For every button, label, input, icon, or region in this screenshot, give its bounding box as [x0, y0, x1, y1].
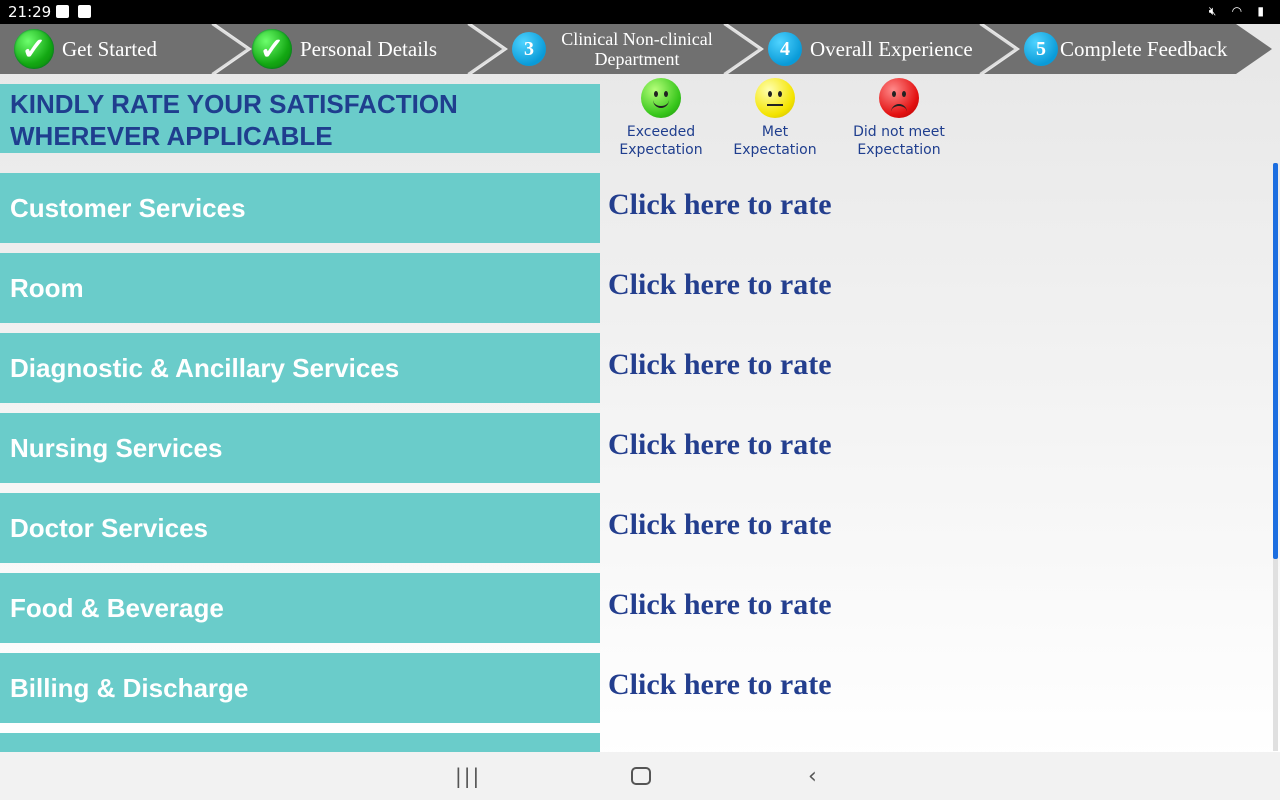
step-complete-feedback[interactable]: 5 Complete Feedback	[1024, 24, 1227, 74]
legend-met: Met Expectation	[720, 78, 830, 159]
status-bar: 21:29 🔇︎ ◠ ▮	[0, 0, 1280, 24]
system-nav-bar: ||| ‹	[0, 752, 1280, 800]
red-frown-icon	[879, 78, 919, 118]
category-label	[0, 733, 600, 753]
legend-label: Exceeded Expectation	[619, 124, 703, 158]
step-number-badge: 4	[768, 32, 802, 66]
category-label: Doctor Services	[0, 493, 600, 563]
category-label: Billing & Discharge	[0, 653, 600, 723]
step-label: Overall Experience	[810, 36, 973, 61]
list-item: Doctor Services Click here to rate	[0, 493, 1272, 563]
category-label: Diagnostic & Ancillary Services	[0, 333, 600, 403]
step-get-started[interactable]: ✓ Get Started	[14, 24, 157, 74]
list-item: Room Click here to rate	[0, 253, 1272, 323]
rate-link[interactable]: Click here to rate	[608, 588, 832, 622]
rate-link[interactable]: Click here to rate	[608, 428, 832, 462]
rating-list: Customer Services Click here to rate Roo…	[0, 173, 1272, 763]
step-label: Clinical Non-clinical Department	[561, 29, 713, 69]
notification-icon	[56, 5, 69, 18]
rate-link[interactable]: Click here to rate	[608, 268, 832, 302]
back-icon[interactable]: ‹	[808, 764, 817, 789]
scrollbar[interactable]	[1273, 163, 1278, 751]
category-label: Customer Services	[0, 173, 600, 243]
green-smile-icon	[641, 78, 681, 118]
list-item: Billing & Discharge Click here to rate	[0, 653, 1272, 723]
rate-link[interactable]: Click here to rate	[608, 508, 832, 542]
rate-link[interactable]: Click here to rate	[608, 188, 832, 222]
list-item: Nursing Services Click here to rate	[0, 413, 1272, 483]
step-personal-details[interactable]: ✓ Personal Details	[252, 24, 437, 74]
category-label: Nursing Services	[0, 413, 600, 483]
legend-not-met: Did not meet Expectation	[844, 78, 954, 159]
clock: 21:29	[8, 3, 52, 21]
step-label: Personal Details	[300, 36, 438, 61]
legend-label: Met Expectation	[733, 124, 817, 158]
checkmark-icon: ✓	[14, 29, 54, 69]
screenshot-icon	[78, 5, 91, 18]
step-label: Get Started	[62, 36, 158, 61]
legend-exceeded: Exceeded Expectation	[606, 78, 716, 159]
step-number-badge: 3	[512, 32, 546, 66]
list-item: Diagnostic & Ancillary Services Click he…	[0, 333, 1272, 403]
rate-link[interactable]: Click here to rate	[608, 668, 832, 702]
list-item: Customer Services Click here to rate	[0, 173, 1272, 243]
system-icons: 🔇︎ ◠ ▮	[1208, 4, 1270, 18]
step-number-badge: 5	[1024, 32, 1058, 66]
checkmark-icon: ✓	[252, 29, 292, 69]
yellow-neutral-icon	[755, 78, 795, 118]
step-overall-experience[interactable]: 4 Overall Experience	[768, 24, 973, 74]
legend-label: Did not meet Expectation	[853, 124, 945, 158]
step-clinical-department[interactable]: 3 Clinical Non-clinical Department	[512, 24, 722, 74]
list-item: Food & Beverage Click here to rate	[0, 573, 1272, 643]
instruction-heading: KINDLY RATE YOUR SATISFACTION WHEREVER A…	[0, 84, 600, 153]
category-label: Room	[0, 253, 600, 323]
list-item	[0, 733, 1272, 753]
recent-apps-icon[interactable]: |||	[455, 764, 481, 788]
scrollbar-thumb[interactable]	[1273, 163, 1278, 559]
category-label: Food & Beverage	[0, 573, 600, 643]
progress-steps: ✓ Get Started ✓ Personal Details 3 Clini…	[0, 24, 1280, 74]
step-label: Complete Feedback	[1060, 36, 1228, 61]
home-icon[interactable]	[631, 767, 651, 785]
rate-link[interactable]: Click here to rate	[608, 348, 832, 382]
